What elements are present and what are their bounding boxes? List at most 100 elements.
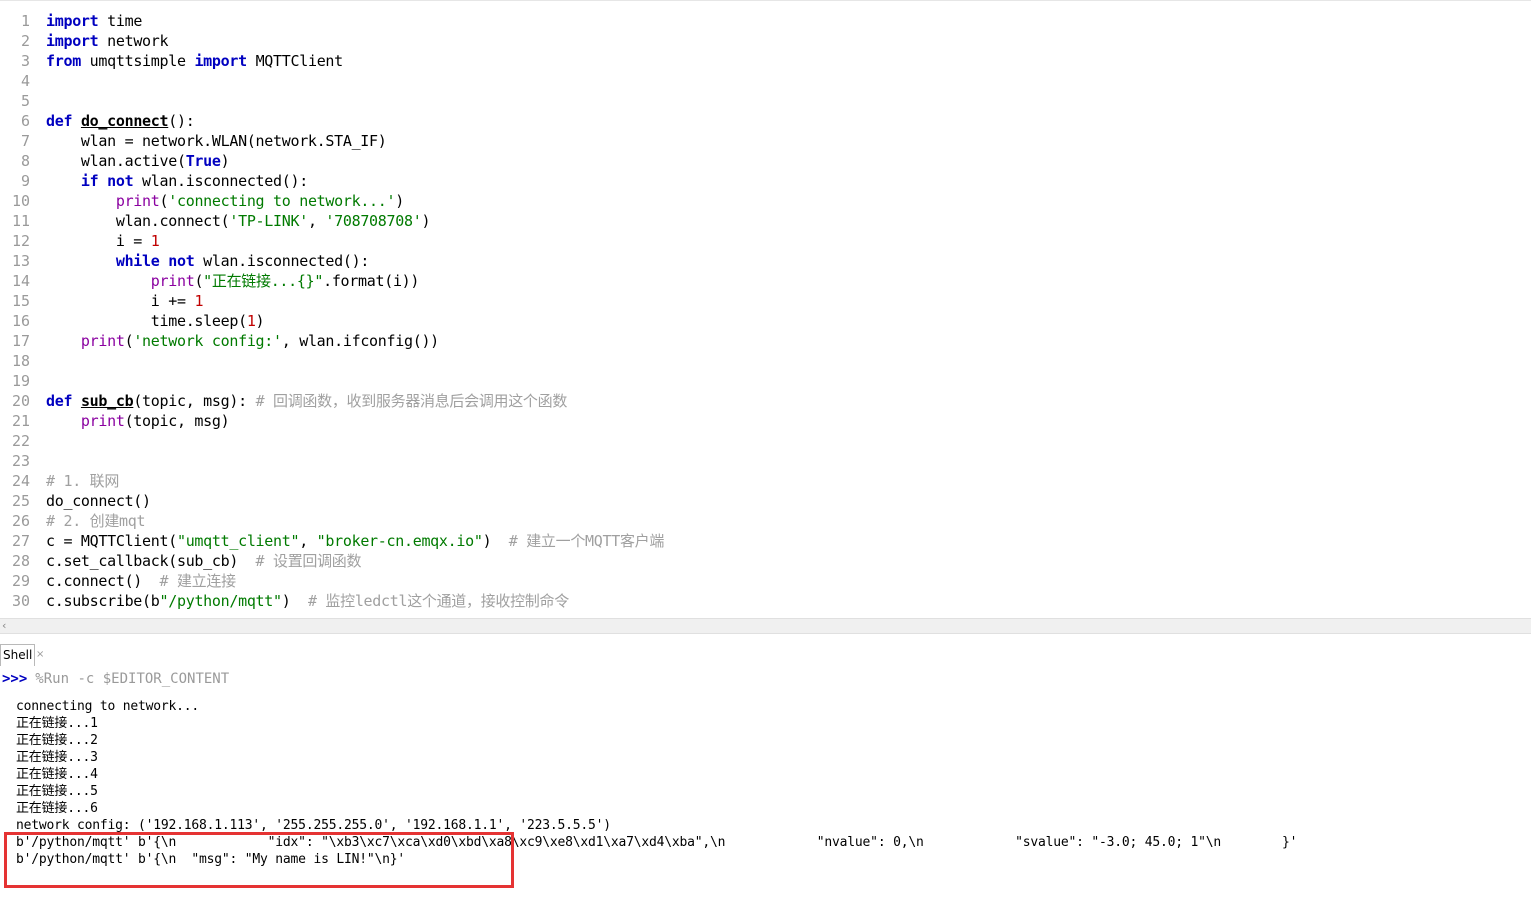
shell-command-line: >>> %Run -c $EDITOR_CONTENT [2, 670, 229, 688]
code-text: (topic, msg) [124, 412, 230, 430]
line-number: 10 [11, 192, 30, 210]
line-number: 20 [11, 392, 30, 410]
scroll-left-icon[interactable]: ‹ [2, 619, 6, 633]
panel-tab-bar: Shell × [0, 633, 1531, 666]
code-line: i += 1 [46, 291, 204, 311]
code-editor[interactable]: 1 2 3 4 5 6 7 8 9 10 11 12 13 14 15 16 1… [0, 0, 1531, 619]
string-literal: "umqtt_client" [176, 532, 300, 550]
code-line: c.subscribe(b"/python/mqtt") # 监控ledctl这… [46, 591, 569, 611]
code-line: from umqttsimple import MQTTClient [46, 51, 343, 71]
line-number: 2 [20, 32, 30, 50]
line-number: 25 [11, 492, 30, 510]
builtin: print [46, 272, 195, 290]
code-line: # 2. 创建mqt [46, 511, 146, 531]
code-line: print("正在链接...{}".format(i)) [46, 271, 420, 291]
code-area[interactable]: import time import network from umqttsim… [46, 1, 1526, 619]
code-text: wlan.isconnected(): [194, 252, 370, 270]
code-text: c = MQTTClient( [46, 532, 177, 550]
code-text: (): [168, 112, 195, 130]
shell-output-line: 正在链接...5 [16, 784, 98, 799]
comment: # 设置回调函数 [255, 552, 362, 570]
code-text: ) [281, 592, 308, 610]
code-text: i += [46, 292, 195, 310]
code-text: ) [220, 152, 230, 170]
code-line: wlan.active(True) [46, 151, 230, 171]
number-literal: 1 [246, 312, 256, 330]
code-line: print(topic, msg) [46, 411, 230, 431]
code-line: c.set_callback(sub_cb) # 设置回调函数 [46, 551, 362, 571]
shell-prompt: >>> [2, 671, 28, 687]
function-name: do_connect [80, 112, 169, 130]
comment: # 回调函数，收到服务器消息后会调用这个函数 [255, 392, 568, 410]
tab-shell[interactable]: Shell [0, 644, 36, 666]
code-line: import time [46, 11, 142, 31]
close-icon[interactable]: × [36, 646, 44, 664]
code-text: ) [482, 532, 509, 550]
code-line: def do_connect(): [46, 111, 195, 131]
code-line: import network [46, 31, 169, 51]
line-number: 18 [11, 352, 30, 370]
keyword: import [46, 32, 99, 50]
code-text: ) [255, 312, 265, 330]
string-literal: 'connecting to network...' [168, 192, 396, 210]
line-number: 17 [11, 332, 30, 350]
comment: # 建立连接 [159, 572, 237, 590]
line-number: 29 [11, 572, 30, 590]
shell-output-line: 正在链接...6 [16, 801, 98, 816]
code-line: wlan = network.WLAN(network.STA_IF) [46, 132, 387, 150]
string-literal: "正在链接...{}" [203, 272, 324, 290]
line-number: 24 [11, 472, 30, 490]
line-number: 12 [11, 232, 30, 250]
code-text: wlan.isconnected(): [133, 172, 308, 190]
shell-output-line: 正在链接...4 [16, 767, 98, 782]
keyword: def [46, 112, 73, 130]
code-text: c.subscribe(b [46, 592, 160, 610]
code-text: time [98, 12, 143, 30]
line-number: 26 [11, 512, 30, 530]
horizontal-scrollbar[interactable]: ‹ [0, 618, 1531, 633]
shell-output-line: b'/python/mqtt' b'{\n "msg": "My name is… [16, 852, 405, 867]
code-line: do_connect() [46, 492, 151, 510]
shell-output-line: connecting to network... [16, 699, 200, 714]
code-text: (topic, msg): [133, 392, 256, 410]
line-number: 16 [11, 312, 30, 330]
code-line: while not wlan.isconnected(): [46, 251, 370, 271]
line-number-gutter: 1 2 3 4 5 6 7 8 9 10 11 12 13 14 15 16 1… [0, 1, 36, 619]
function-name: sub_cb [80, 392, 134, 410]
code-line: wlan.connect('TP-LINK', '708708708') [46, 211, 431, 231]
line-number: 19 [11, 372, 30, 390]
code-text: , [299, 532, 317, 550]
builtin: print [46, 412, 125, 430]
code-text: ( [124, 332, 134, 350]
keyword: import [46, 12, 99, 30]
line-number: 23 [11, 452, 30, 470]
code-text: ( [159, 192, 169, 210]
line-number: 9 [20, 172, 30, 190]
line-number: 1 [20, 12, 30, 30]
string-literal: "broker-cn.emqx.io" [316, 532, 483, 550]
comment: # 1. 联网 [46, 472, 120, 490]
shell-output-line: b'/python/mqtt' b'{\n "idx": "\xb3\xc7\x… [16, 835, 1298, 850]
code-text: time.sleep( [46, 312, 247, 330]
code-text: wlan.active( [46, 152, 186, 170]
comment: # 监控ledctl这个通道，接收控制命令 [307, 592, 569, 610]
shell-output-line: 正在链接...1 [16, 716, 98, 731]
code-text: network [98, 32, 169, 50]
shell-output-line: network config: ('192.168.1.113', '255.2… [16, 818, 611, 833]
keyword: if [46, 172, 99, 190]
code-text: ) [421, 212, 431, 230]
comment: # 2. 创建mqt [46, 512, 146, 530]
code-line: print('network config:', wlan.ifconfig()… [46, 331, 439, 351]
code-line: # 1. 联网 [46, 471, 119, 491]
keyword: import [194, 52, 247, 70]
code-line: c = MQTTClient("umqtt_client", "broker-c… [46, 531, 664, 551]
shell-output-line: 正在链接...3 [16, 750, 98, 765]
code-text: .format(i)) [323, 272, 420, 290]
code-text: umqttsimple [80, 52, 195, 70]
shell-panel[interactable]: >>> %Run -c $EDITOR_CONTENT connecting to… [0, 666, 1531, 902]
code-line: time.sleep(1) [46, 311, 265, 331]
string-literal: '708708708' [325, 212, 422, 230]
builtin: print [46, 192, 160, 210]
line-number: 5 [20, 92, 30, 110]
keyword: from [46, 52, 81, 70]
